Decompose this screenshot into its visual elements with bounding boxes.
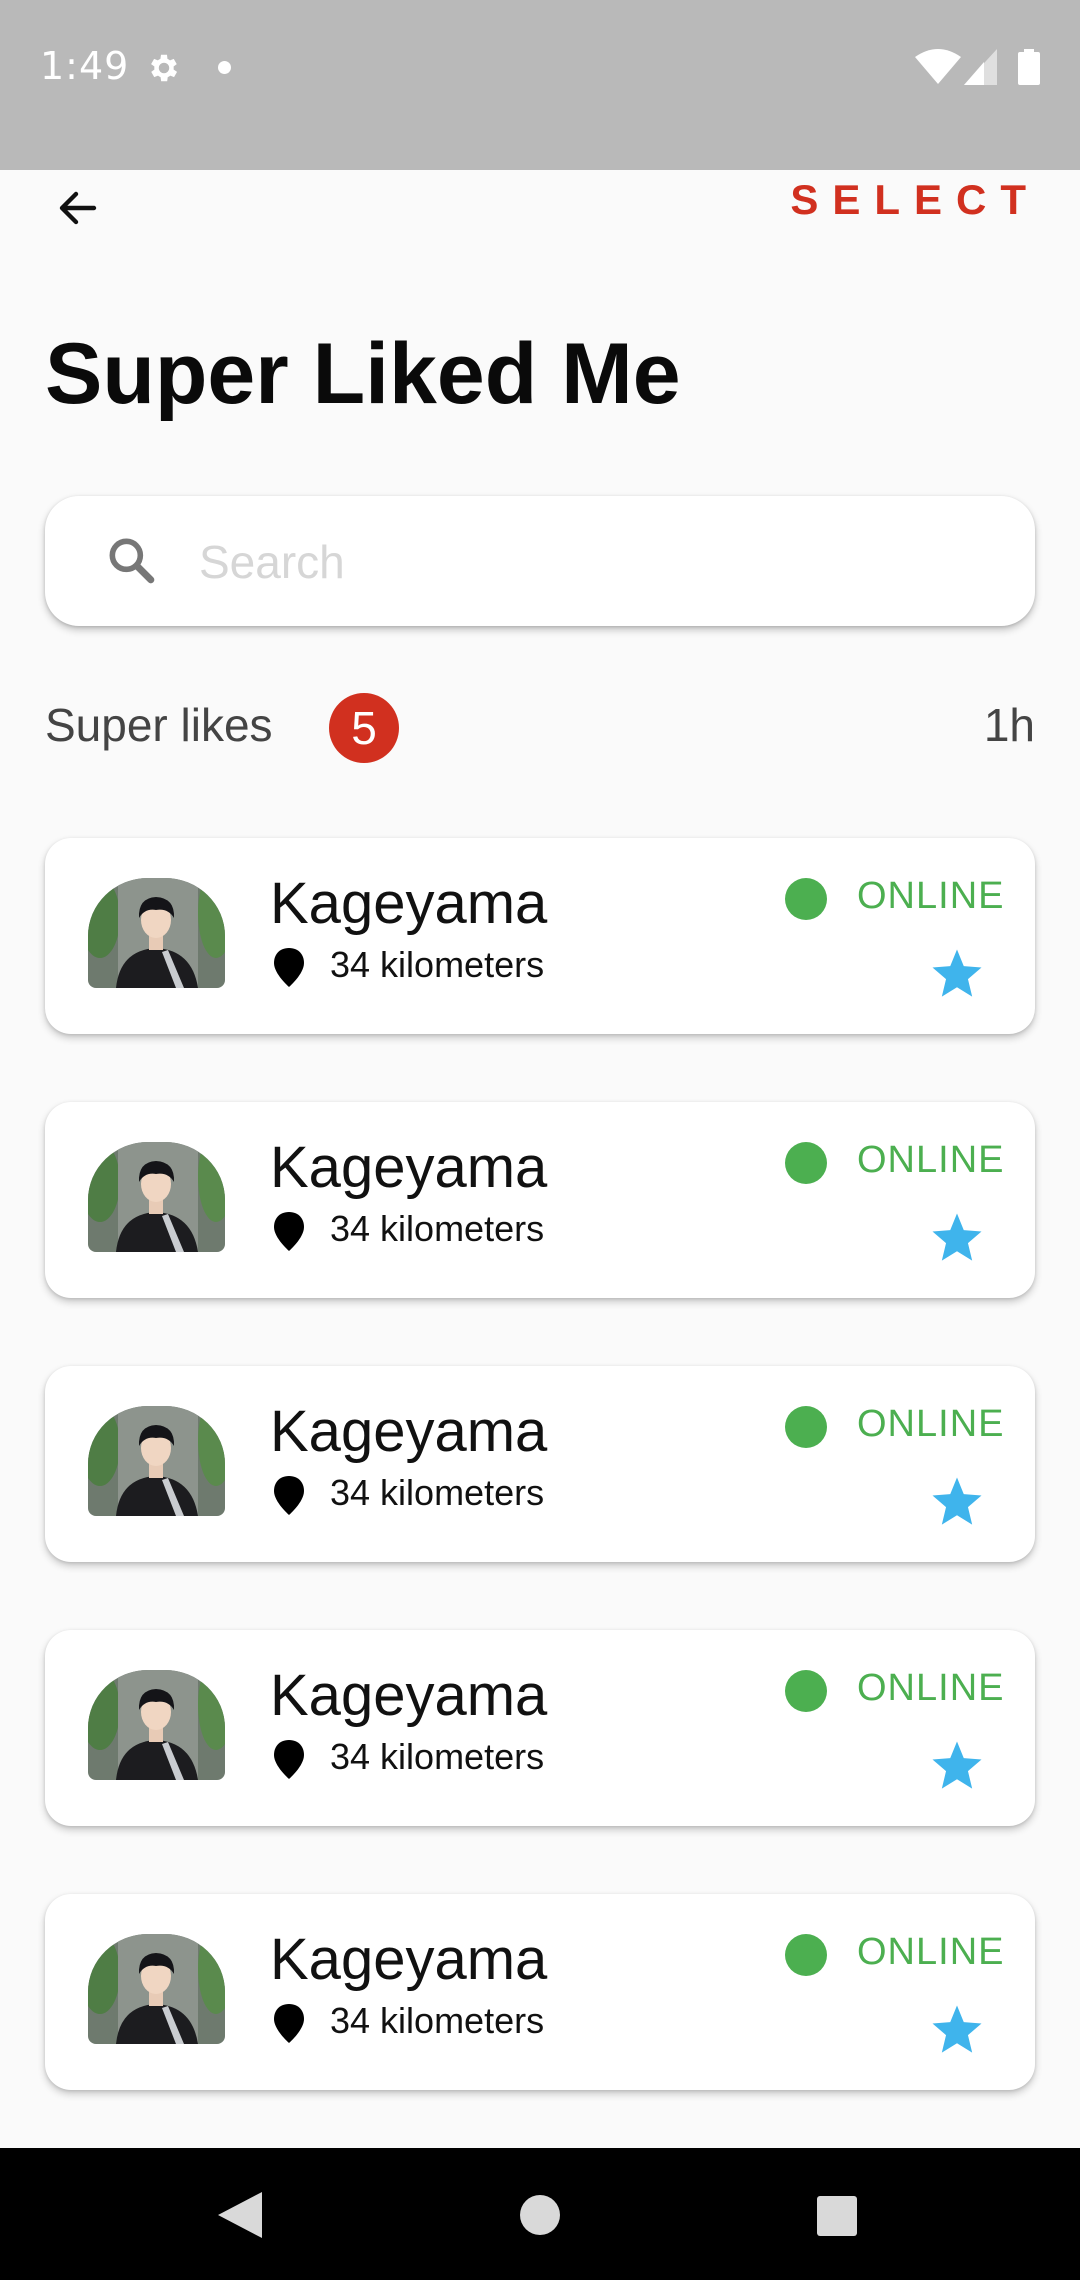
- user-distance: 34 kilometers: [330, 944, 545, 985]
- star-icon[interactable]: [928, 1738, 986, 1794]
- section-label: Super likes: [45, 699, 273, 751]
- avatar: [88, 878, 225, 988]
- search-icon: [109, 538, 155, 584]
- online-status-dot: [785, 1406, 827, 1448]
- search-box[interactable]: [45, 496, 1035, 626]
- nav-recents-icon[interactable]: [817, 2196, 857, 2236]
- avatar: [88, 1670, 225, 1780]
- online-status-dot: [785, 1934, 827, 1976]
- online-status-label: ONLINE: [857, 1931, 1005, 1973]
- user-distance: 34 kilometers: [330, 1472, 545, 1513]
- location-pin-icon: [274, 1740, 304, 1779]
- user-name: Kageyama: [270, 1135, 548, 1200]
- user-distance: 34 kilometers: [330, 1736, 545, 1777]
- signal-icon: [964, 49, 997, 85]
- user-card[interactable]: Kageyama 34 kilometers ONLINE: [45, 838, 1035, 1034]
- notification-dot-icon: [218, 61, 231, 74]
- page-title: Super Liked Me: [45, 326, 681, 422]
- arrow-left-icon: [59, 191, 97, 225]
- user-distance: 34 kilometers: [330, 1208, 545, 1249]
- status-bar: 1:49: [0, 0, 1080, 170]
- online-status-label: ONLINE: [857, 1403, 1005, 1445]
- location-pin-icon: [274, 948, 304, 987]
- wifi-icon: [915, 49, 961, 84]
- battery-icon: [1018, 49, 1040, 85]
- user-card[interactable]: Kageyama 34 kilometers ONLINE: [45, 1366, 1035, 1562]
- count-badge: 5: [329, 693, 399, 763]
- select-button[interactable]: SELECT: [790, 176, 1040, 232]
- search-input[interactable]: [197, 526, 981, 598]
- online-status-dot: [785, 1670, 827, 1712]
- user-card[interactable]: Kageyama 34 kilometers ONLINE: [45, 1630, 1035, 1826]
- back-button[interactable]: [40, 170, 116, 246]
- location-pin-icon: [274, 2004, 304, 2043]
- online-status-label: ONLINE: [857, 1667, 1005, 1709]
- star-icon[interactable]: [928, 1210, 986, 1266]
- user-card[interactable]: Kageyama 34 kilometers ONLINE: [45, 1102, 1035, 1298]
- user-name: Kageyama: [270, 1399, 548, 1464]
- user-name: Kageyama: [270, 871, 548, 936]
- user-name: Kageyama: [270, 1663, 548, 1728]
- nav-home-icon[interactable]: [520, 2195, 560, 2235]
- avatar: [88, 1934, 225, 2044]
- section-time: 1h: [983, 699, 1035, 751]
- location-pin-icon: [274, 1476, 304, 1515]
- status-time: 1:49: [40, 44, 130, 88]
- user-distance: 34 kilometers: [330, 2000, 545, 2041]
- star-icon[interactable]: [928, 2002, 986, 2058]
- nav-back-icon[interactable]: [218, 2192, 262, 2238]
- location-pin-icon: [274, 1212, 304, 1251]
- user-name: Kageyama: [270, 1927, 548, 1992]
- star-icon[interactable]: [928, 1474, 986, 1530]
- online-status-dot: [785, 878, 827, 920]
- avatar: [88, 1142, 225, 1252]
- online-status-label: ONLINE: [857, 875, 1005, 917]
- avatar: [88, 1406, 225, 1516]
- online-status-dot: [785, 1142, 827, 1184]
- gear-icon: [151, 54, 178, 82]
- online-status-label: ONLINE: [857, 1139, 1005, 1181]
- user-card[interactable]: Kageyama 34 kilometers ONLINE: [45, 1894, 1035, 2090]
- star-icon[interactable]: [928, 946, 986, 1002]
- navigation-bar: [0, 2148, 1080, 2280]
